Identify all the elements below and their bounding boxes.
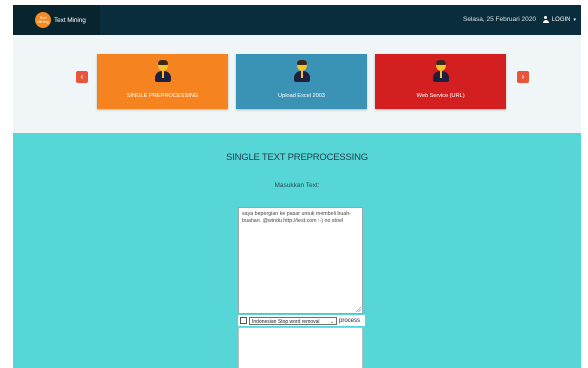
select-value: Indonesian Stop word removal [252,318,320,325]
login-button[interactable]: LOGIN ▾ [542,16,576,23]
carousel-prev-button[interactable]: ‹ [76,71,88,83]
logo-text: Text Mining [37,15,49,24]
option-checkbox[interactable] [240,317,247,324]
caret-down-icon: ▾ [573,16,576,23]
card-upload-excel[interactable]: Upload Excel 2003 [236,54,367,109]
input-text: saya bepergian ke pasar untuk membeli bu… [242,211,351,224]
process-controls: Indonesian Stop word removal ⌄ process [238,315,365,326]
user-icon [542,16,549,23]
login-label: LOGIN [551,16,571,23]
user-icon [294,60,310,84]
method-select[interactable]: Indonesian Stop word removal ⌄ [249,316,337,325]
input-prompt-label: Masukkan Text: [274,182,320,189]
card-label: Web Service (URL) [416,93,465,99]
app-frame: Text Mining Text Mining Selasa, 25 Febru… [13,5,581,368]
page-title: SINGLE TEXT PREPROCESSING [226,152,368,163]
carousel-next-button[interactable]: › [517,71,529,83]
user-icon [433,60,449,84]
logo: Text Mining [35,12,51,28]
preprocessing-panel: SINGLE TEXT PREPROCESSING Masukkan Text:… [13,133,581,368]
card-label: SINGLE PREPROCESSING [126,93,199,99]
brand-title: Text Mining [54,16,86,24]
card-web-service[interactable]: Web Service (URL) [375,54,506,109]
output-text-area[interactable] [238,327,363,368]
process-button[interactable]: process [339,318,360,324]
resize-handle-icon[interactable] [356,307,361,312]
top-navbar: Text Mining Text Mining Selasa, 25 Febru… [13,5,581,35]
current-date: Selasa, 25 Februari 2020 [463,16,536,23]
user-icon [155,60,171,84]
card-single-preprocessing[interactable]: SINGLE PREPROCESSING [97,54,228,109]
text-input-area[interactable]: saya bepergian ke pasar untuk membeli bu… [238,207,363,314]
chevron-down-icon: ⌄ [329,318,334,325]
menu-carousel: ‹ SINGLE PREPROCESSING Upload Excel 2003… [13,35,581,133]
card-label: Upload Excel 2003 [278,93,325,99]
brand[interactable]: Text Mining Text Mining [13,5,100,35]
